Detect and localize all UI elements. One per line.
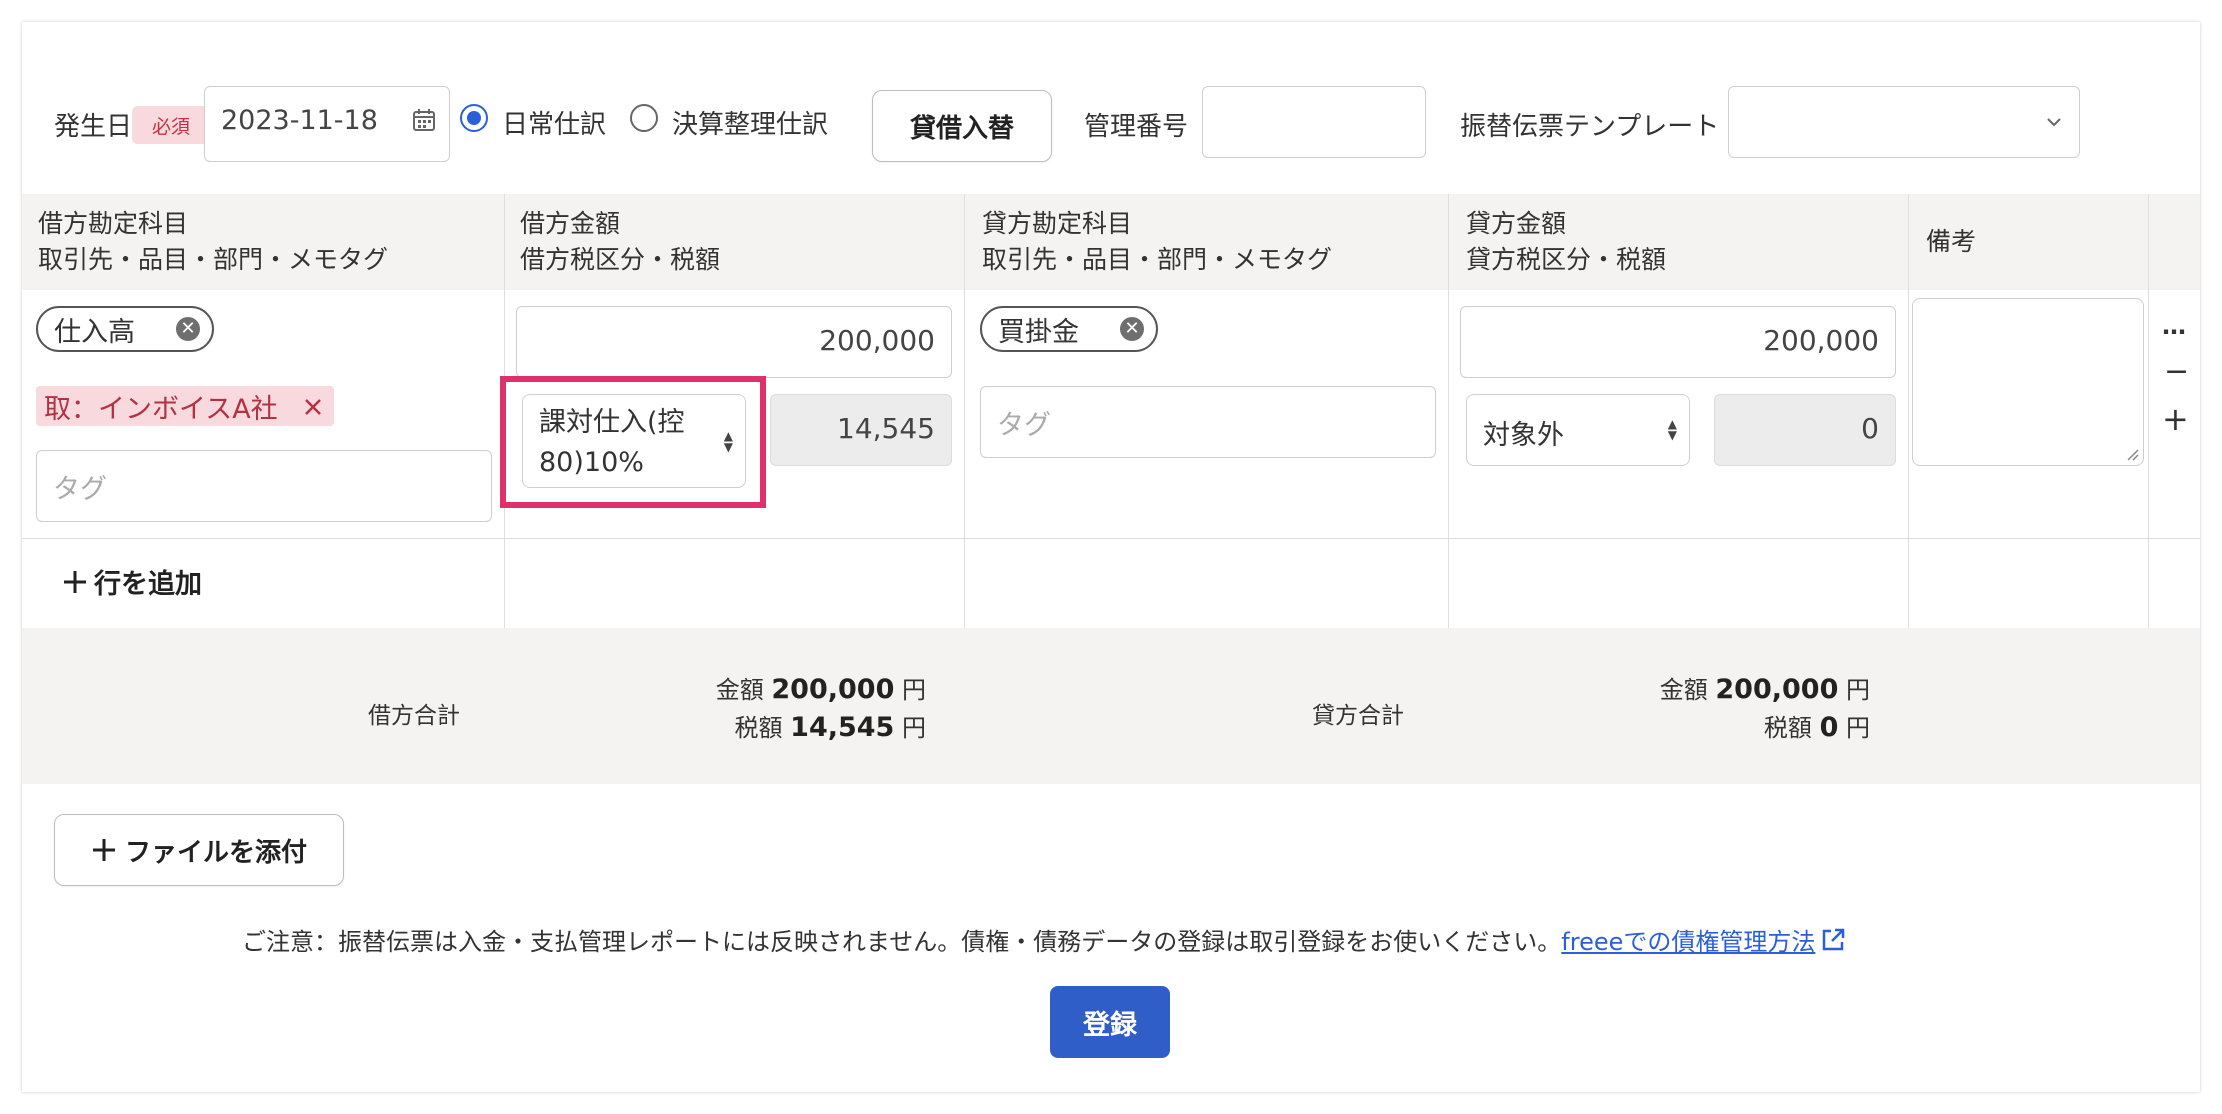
radio-daily-entry[interactable] (460, 104, 488, 132)
col-credit-account-header: 貸方勘定科目 取引先・品目・部門・メモタグ (982, 209, 1333, 274)
remove-debit-account-icon[interactable]: ✕ (176, 317, 200, 341)
col-memo-header: 備考 (1926, 227, 1977, 256)
resize-handle-icon[interactable] (2125, 447, 2139, 461)
memo-textarea[interactable] (1912, 298, 2144, 466)
attach-file-button[interactable]: ファイルを添付 (54, 814, 344, 886)
debit-account-name: 仕入高 (54, 316, 135, 348)
required-badge: 必須 (132, 106, 210, 144)
remove-row-icon[interactable]: − (2164, 354, 2189, 389)
template-select[interactable] (1728, 86, 2080, 158)
add-row-below-icon[interactable]: + (2162, 400, 2189, 438)
journal-entry-form: 発生日 必須 2023-11-18 日常仕訳 決算整理仕訳 貸借入替 管理番号 … (22, 22, 2200, 1092)
management-number-input[interactable] (1202, 86, 1426, 158)
radio-closing-entry[interactable] (630, 104, 658, 132)
credit-tax-amount: 0 (1714, 394, 1896, 466)
credit-account-name: 買掛金 (998, 316, 1079, 348)
credit-amount-input[interactable]: 200,000 (1460, 306, 1896, 378)
plus-icon (64, 570, 86, 593)
debit-total-amount: 金額 200,000 円 (715, 674, 926, 705)
debit-total-tax: 税額 14,545 円 (734, 712, 926, 743)
notice: ご注意：振替伝票は入金・支払管理レポートには反映されません。債権・債務データの登… (242, 922, 1847, 957)
management-number-label: 管理番号 (1084, 112, 1189, 142)
radio-daily-entry-label[interactable]: 日常仕訳 (502, 104, 606, 141)
debit-total-label: 借方合計 (368, 703, 460, 729)
row-more-icon[interactable]: … (2162, 312, 2186, 340)
plus-icon (92, 839, 115, 861)
date-label: 発生日 (54, 112, 133, 142)
debit-account-chip[interactable]: 仕入高 ✕ (36, 306, 214, 352)
notice-text: ご注意：振替伝票は入金・支払管理レポートには反映されません。債権・債務データの登… (242, 928, 1562, 956)
debit-partner-tag-text: 取：インボイスA社 (44, 393, 278, 425)
credit-total-amount: 金額 200,000 円 (1659, 674, 1870, 705)
totals-row (22, 628, 2200, 784)
date-value: 2023-11-18 (221, 105, 378, 136)
chevron-down-icon (2047, 118, 2061, 127)
template-label: 振替伝票テンプレート (1460, 112, 1720, 142)
credit-total-label: 貸方合計 (1312, 703, 1404, 729)
col-credit-amount-header: 貸方金額 貸方税区分・税額 (1466, 209, 1667, 274)
credit-account-chip[interactable]: 買掛金 ✕ (980, 306, 1158, 352)
debit-tax-amount: 14,545 (770, 394, 952, 466)
debit-partner-tag: 取：インボイスA社 (36, 386, 334, 426)
register-button[interactable]: 登録 (1050, 986, 1170, 1058)
debit-amount-input[interactable]: 200,000 (516, 306, 952, 378)
col-debit-amount-header: 借方金額 借方税区分・税額 (520, 209, 721, 274)
credit-total-tax: 税額 0 円 (1763, 712, 1870, 743)
credit-tax-category-select[interactable]: 対象外 ▲ ▼ (1466, 394, 1690, 466)
debit-tag-input[interactable]: タグ (36, 450, 492, 522)
remove-credit-account-icon[interactable]: ✕ (1120, 317, 1144, 341)
calendar-icon[interactable] (411, 107, 437, 133)
remove-partner-tag-icon[interactable] (304, 398, 322, 416)
radio-closing-entry-label[interactable]: 決算整理仕訳 (672, 104, 828, 141)
swap-debit-credit-button[interactable]: 貸借入替 (872, 90, 1052, 162)
select-arrows-icon: ▲ ▼ (723, 429, 733, 454)
select-arrows-icon: ▲ ▼ (1667, 417, 1677, 442)
debit-tax-category-select[interactable]: 課対仕入(控 80)10% ▲ ▼ (522, 394, 746, 488)
col-debit-account-header: 借方勘定科目 取引先・品目・部門・メモタグ (38, 209, 389, 274)
date-input[interactable]: 2023-11-18 (204, 86, 450, 162)
receivables-help-link[interactable]: freeeでの債権管理方法 (1561, 922, 1815, 957)
add-row-button[interactable]: 行を追加 (62, 562, 202, 601)
credit-tag-input[interactable]: タグ (980, 386, 1436, 458)
external-link-icon[interactable] (1819, 926, 1847, 954)
